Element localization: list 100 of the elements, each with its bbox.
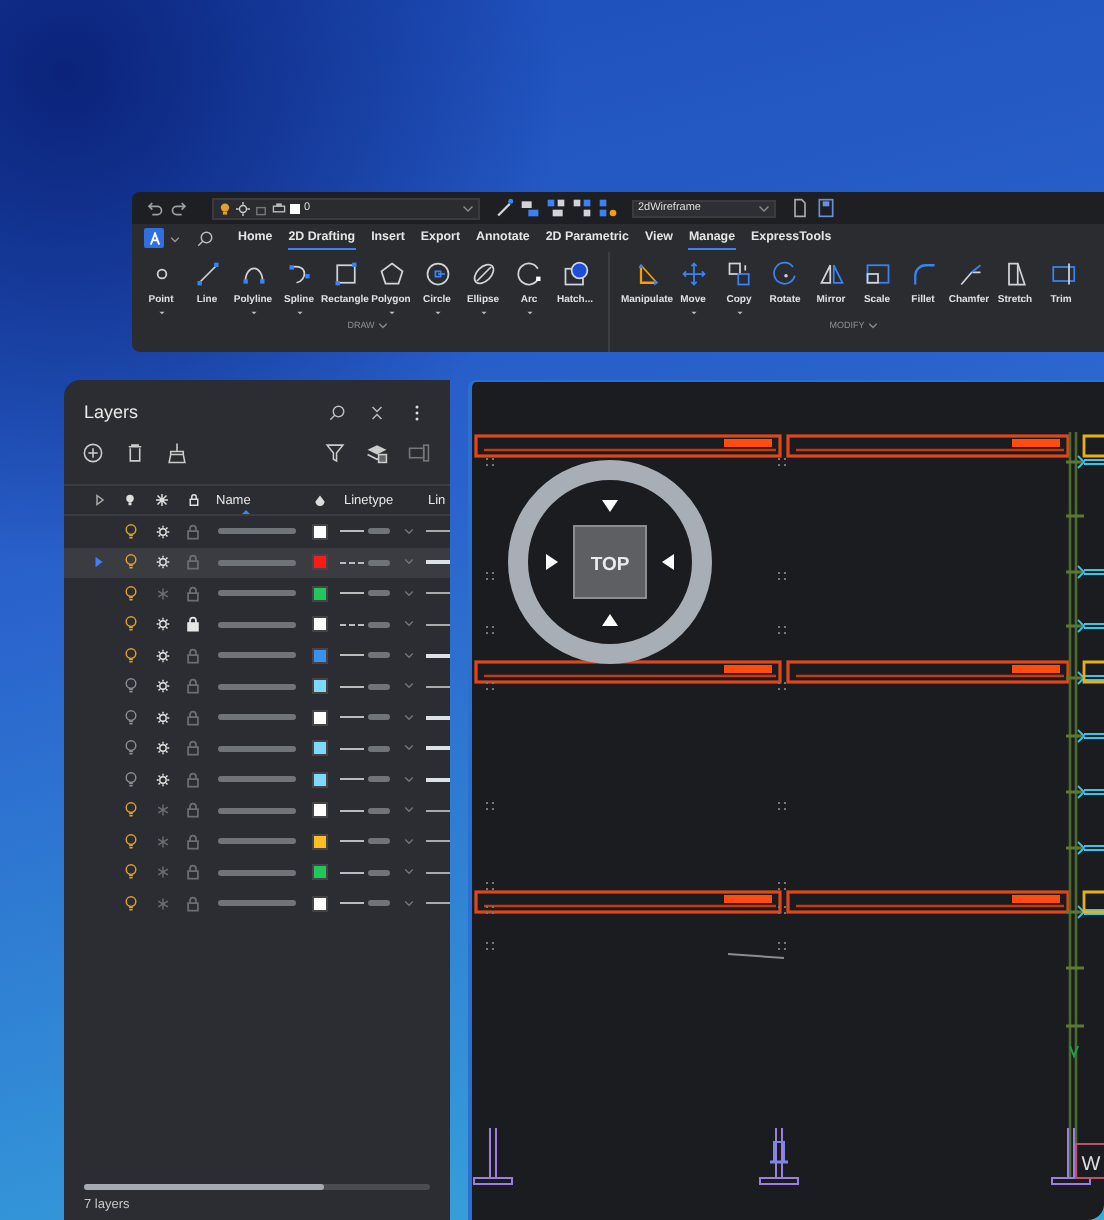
blurred-linetype-name <box>368 869 390 876</box>
layer-settings-icon[interactable] <box>408 441 430 463</box>
broom-icon[interactable] <box>166 441 188 463</box>
layer-tool-icon[interactable] <box>572 198 592 218</box>
bulb-icon[interactable] <box>123 554 137 571</box>
bulb-icon[interactable] <box>123 833 137 850</box>
sun-icon[interactable] <box>155 554 169 571</box>
filter-icon[interactable] <box>324 441 346 463</box>
lock-icon <box>254 201 268 215</box>
snowflake-icon[interactable] <box>155 895 169 912</box>
blurred-layer-name <box>217 621 295 628</box>
chevron-icon[interactable] <box>404 775 414 784</box>
sun-icon[interactable] <box>155 523 169 540</box>
color-swatch[interactable] <box>312 833 328 850</box>
arrow-down-icon[interactable] <box>602 500 618 512</box>
arrow-right-icon[interactable] <box>546 554 558 570</box>
color-swatch[interactable] <box>312 554 328 571</box>
sun-icon[interactable] <box>155 740 169 757</box>
fillet-icon <box>909 260 937 288</box>
save-icon[interactable] <box>816 198 836 218</box>
bulb-icon[interactable] <box>123 616 137 633</box>
chevron-icon[interactable] <box>404 899 414 908</box>
arrow-up-icon[interactable] <box>602 614 618 626</box>
layer-states-icon[interactable] <box>366 441 388 463</box>
redo-icon[interactable] <box>170 198 190 218</box>
chevron-icon[interactable] <box>404 744 414 753</box>
layer-tool-icon[interactable] <box>598 198 618 218</box>
trash-icon[interactable] <box>124 441 146 463</box>
bulb-icon[interactable] <box>123 585 137 602</box>
color-swatch[interactable] <box>312 771 328 788</box>
color-swatch[interactable] <box>312 585 328 602</box>
blurred-linetype-name <box>368 776 390 783</box>
column-base-drawing <box>473 1127 513 1185</box>
document-icon[interactable] <box>790 198 810 218</box>
bulb-icon[interactable] <box>123 802 137 819</box>
search-icon[interactable] <box>328 403 346 421</box>
color-swatch[interactable] <box>312 895 328 912</box>
blurred-linetype-name <box>368 714 390 721</box>
bulb-icon[interactable] <box>123 740 137 757</box>
bulb-icon[interactable] <box>123 864 137 881</box>
layer-tool-icon[interactable] <box>520 198 540 218</box>
printer-icon <box>272 201 286 215</box>
chevron-icon[interactable] <box>170 233 180 243</box>
top-view-button[interactable]: TOP <box>573 525 647 599</box>
mirror-icon <box>817 260 845 288</box>
color-swatch[interactable] <box>312 523 328 540</box>
blurred-linetype-name <box>368 652 390 659</box>
current-column-icon[interactable] <box>93 494 105 506</box>
snowflake-icon[interactable] <box>155 864 169 881</box>
bulb-icon[interactable] <box>123 523 137 540</box>
snowflake-icon[interactable] <box>155 802 169 819</box>
lock-column-icon[interactable] <box>187 494 199 506</box>
chevron-icon[interactable] <box>404 868 414 877</box>
bulb-column-icon[interactable] <box>124 494 136 506</box>
color-swatch[interactable] <box>312 802 328 819</box>
sun-icon[interactable] <box>155 647 169 664</box>
pen-icon[interactable] <box>494 198 514 218</box>
chevron-icon[interactable] <box>404 837 414 846</box>
drawing-canvas[interactable]: W TOP <box>468 380 1104 1220</box>
color-swatch[interactable] <box>312 616 328 633</box>
bulb-icon[interactable] <box>123 678 137 695</box>
bulb-icon[interactable] <box>123 709 137 726</box>
sun-icon[interactable] <box>155 771 169 788</box>
color-swatch[interactable] <box>312 647 328 664</box>
app-menu-button[interactable] <box>144 228 164 248</box>
add-icon[interactable] <box>82 441 104 463</box>
bulb-icon[interactable] <box>123 771 137 788</box>
chevron-icon[interactable] <box>404 713 414 722</box>
sun-icon[interactable] <box>155 678 169 695</box>
chevron-icon[interactable] <box>404 651 414 660</box>
bulb-icon[interactable] <box>123 647 137 664</box>
bulb-icon[interactable] <box>123 895 137 912</box>
sun-icon[interactable] <box>155 616 169 633</box>
chevron-icon[interactable] <box>404 589 414 598</box>
spline-icon <box>285 260 313 288</box>
color-swatch[interactable] <box>312 678 328 695</box>
lock-icon[interactable] <box>186 616 200 633</box>
layer-tool-icon[interactable] <box>546 198 566 218</box>
chevron-icon[interactable] <box>404 806 414 815</box>
search-icon[interactable] <box>196 229 214 247</box>
color-swatch[interactable] <box>312 709 328 726</box>
collapse-icon[interactable] <box>368 403 386 421</box>
navigation-wheel[interactable] <box>508 460 712 664</box>
chevron-icon[interactable] <box>404 527 414 536</box>
undo-icon[interactable] <box>144 198 164 218</box>
arrow-left-icon[interactable] <box>662 554 674 570</box>
scrollbar[interactable] <box>84 1184 430 1190</box>
snowflake-icon[interactable] <box>155 833 169 850</box>
chevron-icon[interactable] <box>404 620 414 629</box>
axes-icon <box>633 260 661 288</box>
snowflake-icon[interactable] <box>155 585 169 602</box>
color-swatch[interactable] <box>312 864 328 881</box>
color-swatch[interactable] <box>312 740 328 757</box>
blurred-linetype-name <box>368 807 390 814</box>
panel-title: Layers <box>84 402 139 422</box>
freeze-column-icon[interactable] <box>156 494 168 506</box>
rotate-icon <box>771 260 799 288</box>
chevron-icon[interactable] <box>404 682 414 691</box>
sun-icon[interactable] <box>155 709 169 726</box>
color-column-icon[interactable] <box>314 494 326 506</box>
